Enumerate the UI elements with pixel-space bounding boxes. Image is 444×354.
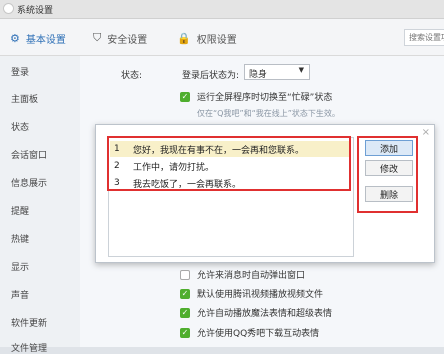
- shield-icon: ⛉: [93, 31, 102, 44]
- window-title: 系统设置: [17, 6, 54, 16]
- delete-button[interactable]: 删除: [365, 186, 413, 202]
- sidebar-item-file-management[interactable]: 文件管理: [11, 341, 47, 354]
- sidebar: 登录 主面板 状态 会话窗口 信息展示 提醒 热键 显示 声音 软件更新 文件管…: [0, 56, 80, 354]
- dropdown-arrow-icon: ▼: [298, 66, 304, 74]
- sidebar-item-reminder[interactable]: 提醒: [11, 204, 29, 217]
- after-login-status-select[interactable]: 隐身 ▼: [244, 64, 310, 80]
- reply-number: 1: [114, 144, 120, 154]
- tencent-video-option[interactable]: ✓ 默认使用腾讯视频播放视频文件: [180, 287, 323, 300]
- option-label: 允许使用QQ秀吧下载互动表情: [197, 329, 320, 339]
- fullscreen-busy-option[interactable]: ✓ 运行全屏程序时切换至“忙碌”状态: [180, 90, 332, 103]
- edit-button[interactable]: 修改: [365, 160, 413, 176]
- auto-reply-list[interactable]: 1 您好，我现在有事不在，一会再和您联系。 2 工作中，请勿打扰。 3 我去吃饭…: [108, 137, 354, 257]
- reply-text: 我去吃饭了，一会再联系。: [133, 179, 242, 190]
- checkbox-checked-icon[interactable]: ✓: [180, 91, 190, 102]
- sidebar-item-sound[interactable]: 声音: [11, 288, 29, 301]
- status-hint: 仅在“Q我吧”和“我在线上”状态下生效。: [197, 109, 340, 118]
- option-label: 运行全屏程序时切换至“忙碌”状态: [197, 93, 333, 103]
- option-label: 允许来消息时自动弹出窗口: [197, 271, 306, 281]
- sidebar-item-status[interactable]: 状态: [11, 120, 29, 133]
- reply-number: 3: [114, 178, 120, 188]
- checkbox-checked-icon[interactable]: ✓: [180, 307, 190, 318]
- qq-show-option[interactable]: ✓ 允许使用QQ秀吧下载互动表情: [180, 326, 319, 339]
- list-item[interactable]: 1 您好，我现在有事不在，一会再和您联系。: [110, 141, 350, 157]
- add-button[interactable]: 添加: [365, 140, 413, 156]
- sidebar-item-login[interactable]: 登录: [11, 65, 29, 78]
- checkbox-checked-icon[interactable]: ✓: [180, 327, 190, 338]
- search-input[interactable]: [404, 29, 444, 46]
- checkbox-checked-icon[interactable]: ✓: [180, 288, 190, 299]
- tab-security-settings[interactable]: ⛉ 安全设置: [93, 30, 147, 46]
- title-bar: 系统设置: [0, 0, 444, 19]
- select-value: 隐身: [249, 70, 268, 80]
- lock-icon: 🔒: [177, 31, 191, 45]
- checkbox-unchecked-icon[interactable]: [180, 269, 190, 280]
- tab-permission-settings[interactable]: 🔒 权限设置: [177, 30, 237, 46]
- option-label: 允许自动播放魔法表情和超级表情: [197, 309, 333, 319]
- after-login-label: 登录后状态为:: [182, 71, 240, 81]
- magic-emoji-option[interactable]: ✓ 允许自动播放魔法表情和超级表情: [180, 306, 332, 319]
- sidebar-item-chat-window[interactable]: 会话窗口: [11, 148, 47, 161]
- option-label: 默认使用腾讯视频播放视频文件: [197, 290, 324, 300]
- sidebar-item-update[interactable]: 软件更新: [11, 316, 47, 329]
- tab-label: 安全设置: [107, 34, 148, 46]
- app-icon: [3, 3, 14, 14]
- close-icon[interactable]: ×: [422, 127, 430, 138]
- tab-basic-settings[interactable]: ⚙ 基本设置: [10, 30, 66, 46]
- sidebar-item-display[interactable]: 显示: [11, 260, 29, 273]
- sidebar-item-main-panel[interactable]: 主面板: [11, 92, 38, 105]
- tab-label: 权限设置: [196, 34, 237, 46]
- sidebar-item-hotkey[interactable]: 热键: [11, 232, 29, 245]
- tab-bar: ⚙ 基本设置 ⛉ 安全设置 🔒 权限设置: [0, 19, 444, 56]
- list-item[interactable]: 3 我去吃饭了，一会再联系。: [110, 175, 350, 191]
- reply-text: 您好，我现在有事不在，一会再和您联系。: [133, 145, 305, 156]
- tab-label: 基本设置: [25, 34, 66, 46]
- reply-text: 工作中，请勿打扰。: [133, 162, 215, 173]
- status-label: 状态:: [121, 71, 143, 81]
- list-item[interactable]: 2 工作中，请勿打扰。: [110, 158, 350, 174]
- gear-icon: ⚙: [10, 31, 20, 45]
- sidebar-item-info-display[interactable]: 信息展示: [11, 176, 47, 189]
- auto-popup-option[interactable]: 允许来消息时自动弹出窗口: [180, 268, 305, 281]
- reply-number: 2: [114, 161, 120, 171]
